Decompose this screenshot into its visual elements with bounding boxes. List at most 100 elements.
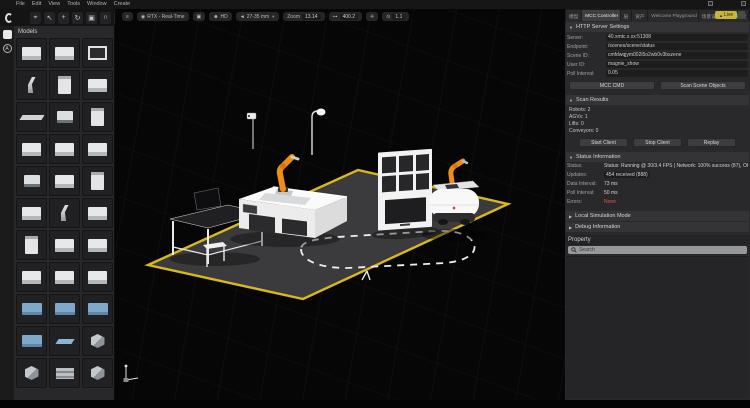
stage-view-button[interactable]: ☻HD	[209, 12, 232, 21]
model-thumbnail[interactable]	[82, 198, 113, 228]
zoom-value[interactable]: 13.14	[302, 14, 321, 20]
model-thumbnail[interactable]	[49, 102, 80, 132]
model-thumbnail[interactable]	[49, 38, 80, 68]
menu-item-window[interactable]: Window	[87, 0, 107, 9]
property-search-input[interactable]	[579, 247, 744, 253]
model-thumbnail[interactable]	[82, 38, 113, 68]
panel-options-icon[interactable]	[738, 11, 745, 19]
shelf-rack[interactable]	[372, 148, 438, 241]
snap-icon[interactable]: ∩	[100, 12, 111, 24]
exposure-control[interactable]: ⊶400.2	[329, 12, 363, 21]
field-poll-interval[interactable]: 0.05	[606, 70, 748, 77]
model-thumbnail[interactable]	[82, 70, 113, 100]
crosshair-button[interactable]: ✛	[366, 12, 378, 21]
model-thumbnail[interactable]	[16, 166, 47, 196]
model-thumbnail[interactable]	[82, 166, 113, 196]
model-thumbnail[interactable]	[49, 230, 80, 260]
menu-item-view[interactable]: View	[48, 0, 60, 9]
stage-icon[interactable]	[3, 30, 12, 39]
window-controls	[708, 1, 746, 6]
section-header-debug-information[interactable]: ▶Debug Information	[566, 222, 749, 232]
zoom-label: Zoom	[287, 14, 300, 20]
live-sync-button[interactable]: ▲Live	[715, 11, 737, 19]
viewport-menu-button[interactable]: ≡	[122, 12, 133, 21]
scale-icon[interactable]: ▣	[86, 12, 97, 24]
focal-length-dropdown[interactable]: ◄27-35 mm▼	[236, 12, 279, 21]
tab-item[interactable]: 模型	[566, 10, 581, 21]
scan-result-agvs: AGVs: 1	[569, 114, 746, 121]
workstation-table[interactable]	[230, 109, 347, 248]
model-thumbnail[interactable]	[49, 358, 80, 388]
menu-item-file[interactable]: File	[16, 0, 25, 9]
move-icon[interactable]: +	[58, 12, 69, 24]
section-header-status-information[interactable]: ▼ Status Information	[566, 152, 749, 162]
stop-client-button[interactable]: Stop Client	[633, 138, 682, 147]
model-thumbnail[interactable]	[49, 294, 80, 324]
model-thumbnail[interactable]	[16, 358, 47, 388]
camera-button[interactable]: ▣	[193, 12, 206, 21]
search-icon	[571, 247, 577, 253]
mcc-cmd-button[interactable]: MCC CMD	[569, 81, 655, 90]
zoom-control[interactable]: Zoom13.14	[283, 12, 324, 21]
model-thumbnail[interactable]	[16, 262, 47, 292]
section-header-http-server-settings[interactable]: ▼ HTTP Server Settings	[566, 22, 749, 32]
model-thumbnail[interactable]	[49, 134, 80, 164]
tab-mcc-controller[interactable]: MCC Controller	[582, 10, 619, 21]
exposure-value[interactable]: 400.2	[340, 14, 359, 20]
scan-result-robots: Robots: 2	[569, 107, 746, 114]
renderer-dropdown[interactable]: ◉RTX - Real-Time	[137, 12, 189, 21]
viewport-canvas[interactable]: ≡ ◉RTX - Real-Time ▣ ☻HD ◄27-35 mm▼ Zoom…	[115, 9, 565, 400]
model-thumbnail[interactable]	[16, 38, 47, 68]
status-label: Status:	[567, 163, 601, 169]
field-server[interactable]: 40.xmtc.x.xx:51308	[606, 34, 748, 41]
menu-item-edit[interactable]: Edit	[32, 0, 41, 9]
model-thumbnail-image	[56, 368, 74, 379]
menu-item-create[interactable]: Create	[114, 0, 131, 9]
model-thumbnail[interactable]	[49, 166, 80, 196]
model-thumbnail[interactable]	[16, 294, 47, 324]
section-header-local-simulation-mode[interactable]: ▶Local Simulation Mode	[566, 211, 749, 221]
target-icon[interactable]: ⌖	[30, 12, 41, 24]
menu-items: File Edit View Tools Window Create	[16, 0, 130, 9]
close-window-icon[interactable]	[741, 1, 746, 6]
model-thumbnail[interactable]	[49, 262, 80, 292]
start-client-button[interactable]: Start Client	[579, 138, 628, 147]
model-thumbnail[interactable]	[49, 198, 80, 228]
model-thumbnail[interactable]	[82, 134, 113, 164]
scale-control[interactable]: ⊙1.1	[382, 12, 409, 21]
scale-value[interactable]: 1.1	[392, 14, 405, 20]
field-user-id[interactable]: magnie_show	[606, 61, 748, 68]
avatar-icon[interactable]: A	[3, 44, 12, 53]
property-search[interactable]	[568, 246, 747, 254]
scan-scene-objects-button[interactable]: Scan Scene Objects	[660, 81, 746, 90]
scene-3d[interactable]	[115, 9, 565, 400]
model-thumbnail[interactable]	[82, 326, 113, 356]
model-thumbnail[interactable]	[16, 70, 47, 100]
model-thumbnail[interactable]	[82, 102, 113, 132]
model-thumbnail[interactable]	[16, 198, 47, 228]
menu-item-tools[interactable]: Tools	[67, 0, 80, 9]
field-scene-id[interactable]: cmfdwqjym002i5o2wb0v3bszene	[606, 52, 748, 59]
model-thumbnail[interactable]	[49, 326, 80, 356]
field-endpoint[interactable]: /scenes/scene/status	[606, 43, 748, 50]
model-thumbnail[interactable]	[82, 262, 113, 292]
model-thumbnail[interactable]	[49, 70, 80, 100]
tab-item[interactable]: 层	[621, 10, 632, 21]
replay-button[interactable]: Replay	[687, 138, 736, 147]
model-thumbnail[interactable]	[16, 230, 47, 260]
tab-welcome-playground[interactable]: Welcome Playground	[648, 10, 697, 21]
tab-item[interactable]: 资产	[632, 10, 647, 21]
field-label: Endpoint:	[567, 44, 603, 50]
model-thumbnail[interactable]	[16, 134, 47, 164]
model-thumbnail[interactable]	[82, 358, 113, 388]
model-thumbnail[interactable]	[16, 326, 47, 356]
model-thumbnail[interactable]	[82, 230, 113, 260]
model-thumbnail[interactable]	[16, 102, 47, 132]
person-icon: ☻	[213, 14, 218, 20]
section-header-scan-results[interactable]: ▼ Scan Results	[566, 95, 749, 105]
model-thumbnail[interactable]	[82, 294, 113, 324]
restore-window-icon[interactable]	[708, 1, 713, 6]
rotate-icon[interactable]: ↻	[72, 12, 83, 24]
axis-gizmo[interactable]	[120, 362, 142, 384]
select-cursor-icon[interactable]: ↖	[44, 12, 55, 24]
